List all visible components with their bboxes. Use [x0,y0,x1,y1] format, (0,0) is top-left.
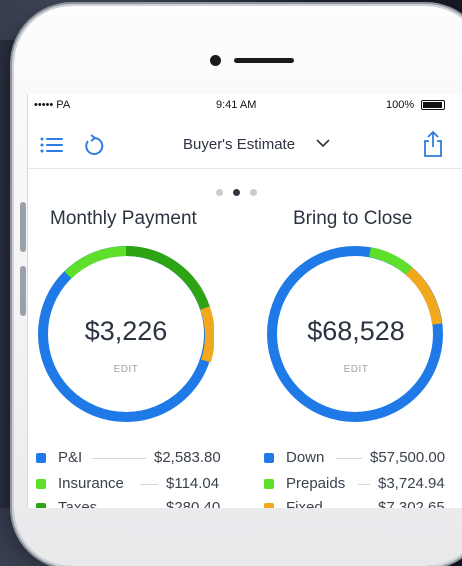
legend-swatch [36,453,46,463]
legend-row-taxes[interactable]: Taxes $280.40 [36,499,236,508]
legend-label: Insurance [58,475,124,492]
legend-row-prepaids[interactable]: Prepaids $3,724.94 [264,475,460,497]
page-dot[interactable] [216,189,223,196]
share-icon[interactable] [421,130,445,158]
carrier-label: ••••• PA [34,99,71,111]
nav-bar: Buyer's Estimate [28,114,462,169]
legend-row-pi[interactable]: P&I $2,583.80 [36,449,236,471]
speaker [234,58,294,63]
legend-value: $57,500.00 [370,449,446,466]
status-bar: ••••• PA 9:41 AM 100% [28,94,462,114]
legend-swatch [264,503,274,508]
bring-to-close-title: Bring to Close [293,208,413,229]
legend-swatch [264,453,274,463]
legend-label: Fixed [286,499,323,508]
monthly-payment-edit-button[interactable]: EDIT [46,364,206,375]
legend-value: $7,302.65 [378,499,445,508]
legend-swatch [36,503,46,508]
legend-row-fixed[interactable]: Fixed $7,302.65 [264,499,460,508]
legend-label: P&I [58,449,83,466]
chevron-down-icon[interactable] [316,138,330,148]
legend-divider [358,484,370,485]
nav-title[interactable]: Buyer's Estimate [183,136,295,153]
legend-value: $3,724.94 [378,475,445,492]
refresh-icon[interactable] [82,134,106,158]
legend-divider [336,458,362,459]
monthly-payment-total: $3,226 [84,316,168,346]
monthly-payment-title: Monthly Payment [50,208,197,229]
legend-label: Prepaids [286,475,346,492]
legend-label: Down [286,449,325,466]
bring-to-close-total: $68,528 [307,316,405,346]
app-screen: ••••• PA 9:41 AM 100% Buyer's Estimate M… [27,94,462,508]
page-indicator[interactable] [216,183,267,201]
legend-label: Taxes [58,499,98,508]
legend-divider [140,484,158,485]
legend-value: $114.04 [166,475,220,492]
legend-swatch [36,479,46,489]
battery-percent: 100% [386,99,415,111]
bring-to-close-edit-button[interactable]: EDIT [276,364,436,375]
volume-button [20,202,26,252]
battery-icon [421,100,445,110]
page-dot[interactable] [250,189,257,196]
clock: 9:41 AM [216,99,257,111]
legend-row-insurance[interactable]: Insurance $114.04 [36,475,236,497]
legend-row-down[interactable]: Down $57,500.00 [264,449,460,471]
list-icon[interactable] [40,136,64,154]
page-dot-active[interactable] [233,189,240,196]
legend-value: $2,583.80 [154,449,221,466]
legend-value: $280.40 [166,499,221,508]
legend-swatch [264,479,274,489]
front-camera [210,55,221,66]
volume-button [20,266,26,316]
legend-divider [92,458,146,459]
